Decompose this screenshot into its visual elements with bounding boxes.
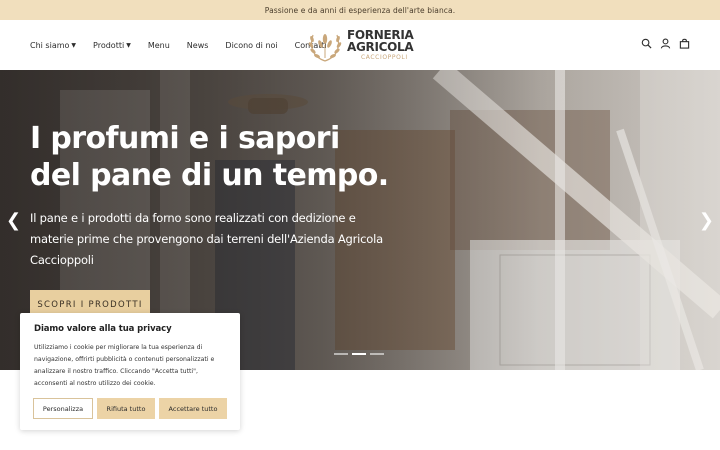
slide-dot-active[interactable]: [352, 353, 366, 355]
nav-item-chi-siamo[interactable]: Chi siamo ▼: [30, 41, 76, 50]
nav-label: Menu: [147, 40, 170, 50]
search-icon[interactable]: [641, 38, 652, 49]
chevron-right-icon[interactable]: ❯: [699, 210, 714, 231]
logo-subtitle: CACCIOPPOLI: [361, 54, 408, 61]
header-icons: [641, 38, 690, 49]
cookie-title: Diamo valore alla tua privacy: [34, 324, 172, 334]
nav-item-dicono-di-noi[interactable]: Dicono di noi: [225, 41, 277, 50]
nav-label: Prodotti: [93, 40, 125, 50]
cookie-consent-banner: Diamo valore alla tua privacy Utilizziam…: [20, 313, 240, 430]
wheat-wreath-icon: [308, 34, 342, 62]
cookie-accept-button[interactable]: Accettare tutto: [159, 398, 227, 419]
site-logo[interactable]: FORNERIA AGRICOLA CACCIOPPOLI: [305, 25, 415, 65]
site-header: Chi siamo ▼ Prodotti ▼ Menu News Dicono …: [0, 20, 720, 70]
cookie-description: Utilizziamo i cookie per migliorare la t…: [34, 344, 215, 387]
hero-description: Il pane e i prodotti da forno sono reali…: [30, 211, 383, 267]
cookie-customize-button[interactable]: Personalizza: [33, 398, 93, 419]
cookie-buttons: Personalizza Rifiuta tutto Accettare tut…: [33, 398, 227, 419]
announcement-text: Passione e da anni di esperienza dell'ar…: [264, 5, 456, 15]
bag-icon[interactable]: [679, 38, 690, 49]
main-nav: Chi siamo ▼ Prodotti ▼ Menu News Dicono …: [30, 20, 327, 70]
logo-text-line2: AGRICOLA: [347, 40, 414, 54]
nav-label: Chi siamo: [30, 40, 70, 50]
hero-title: I profumi e i sapori del pane di un temp…: [30, 121, 389, 193]
slide-dot[interactable]: [370, 353, 384, 355]
cookie-reject-button[interactable]: Rifiuta tutto: [97, 398, 155, 419]
slide-dot[interactable]: [334, 353, 348, 355]
chevron-left-icon[interactable]: ❮: [6, 210, 21, 231]
user-icon[interactable]: [660, 38, 671, 49]
nav-item-prodotti[interactable]: Prodotti ▼: [93, 41, 131, 50]
announcement-bar: Passione e da anni di esperienza dell'ar…: [0, 0, 720, 20]
caret-down-icon: ▼: [71, 41, 77, 49]
nav-item-menu[interactable]: Menu: [148, 41, 170, 50]
slider-pagination: [334, 353, 384, 355]
nav-label: Dicono di noi: [225, 40, 278, 50]
caret-down-icon: ▼: [126, 41, 131, 49]
nav-label: News: [186, 40, 209, 50]
nav-item-news[interactable]: News: [187, 41, 209, 50]
